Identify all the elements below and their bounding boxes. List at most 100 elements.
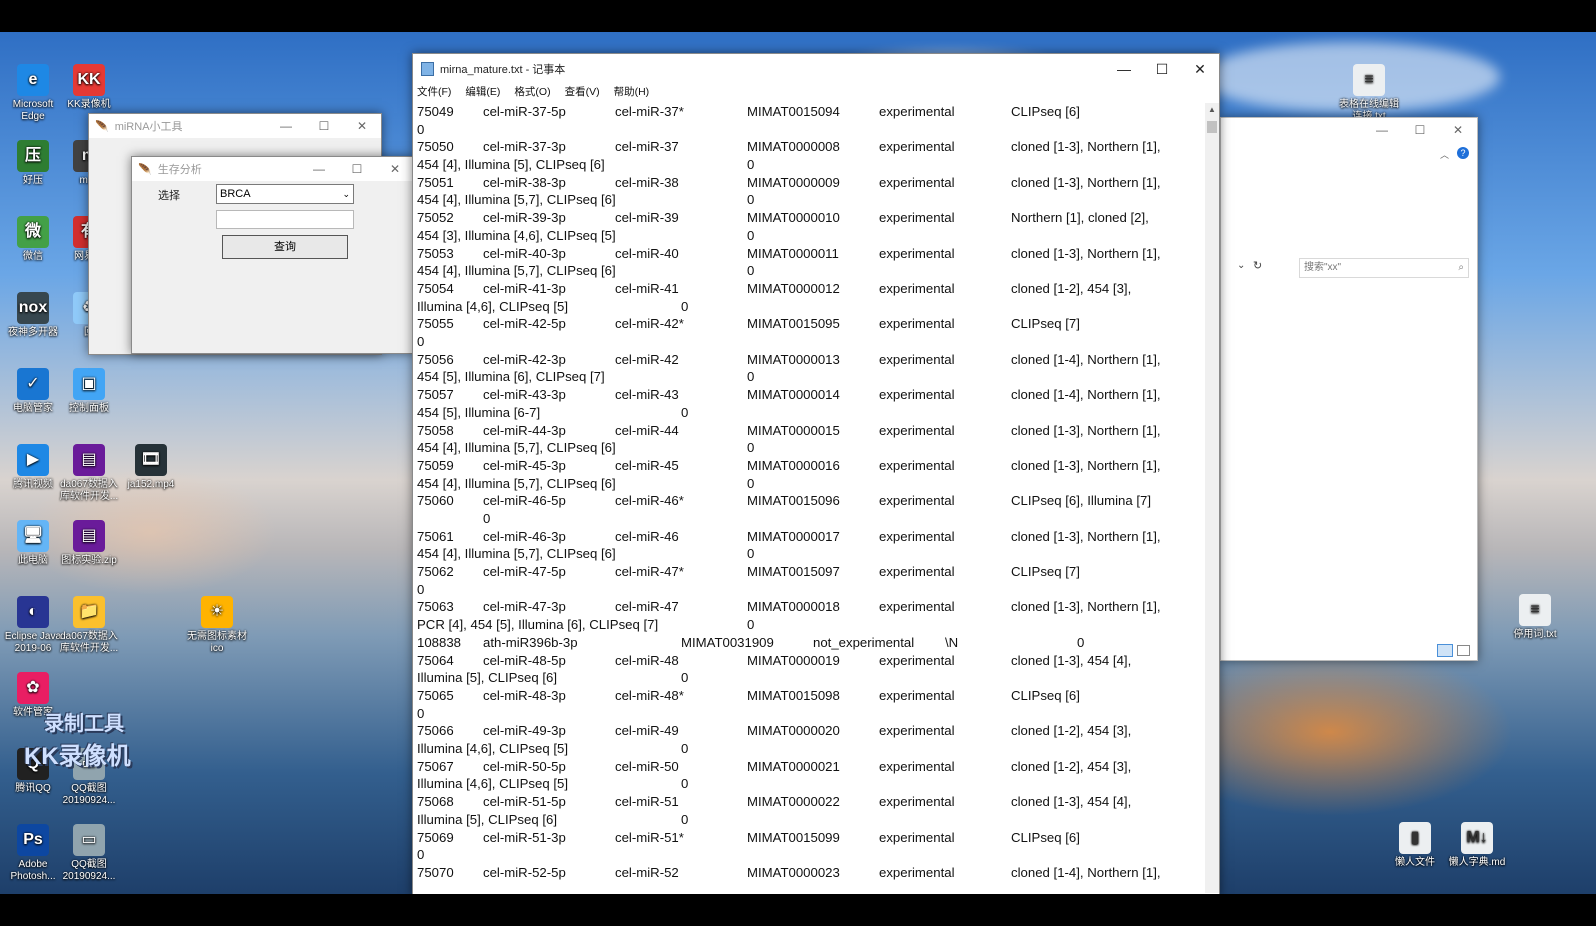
menu-edit[interactable]: 编辑(E) (465, 84, 500, 101)
record-field: cloned [1-3], 454 [4], (1011, 652, 1132, 668)
close-icon[interactable]: ✕ (343, 114, 381, 138)
record-field: 75066 (417, 723, 454, 739)
close-icon-3[interactable]: ✕ (1439, 118, 1477, 142)
maximize-icon-2[interactable]: ☐ (338, 157, 376, 181)
desktop-shortcut[interactable]: ≡ 停用词.txt (1502, 594, 1568, 641)
record-field: cel-miR-47-3p (483, 599, 566, 615)
notepad-icon (421, 62, 434, 76)
record-field: cel-miR-42-5p (483, 316, 566, 332)
mirna-tool-titlebar[interactable]: 🪶 miRNA小工具 — ☐ ✕ (89, 114, 381, 138)
query-button[interactable]: 查询 (222, 235, 348, 259)
record-field: cel-miR-42 (615, 351, 679, 367)
maximize-icon-4[interactable]: ☐ (1143, 54, 1181, 84)
record-field: cel-miR-39-3p (483, 210, 566, 226)
bottom-black-bar (0, 894, 1596, 926)
record-field: 75067 (417, 758, 454, 774)
record-field: cel-miR-37-3p (483, 139, 566, 155)
refresh-icon[interactable]: ↻ (1253, 259, 1262, 272)
cancer-select[interactable]: BRCA ⌄ (216, 184, 354, 204)
record-field: cel-miR-51 (615, 794, 679, 810)
tiles-view-icon[interactable] (1457, 645, 1470, 656)
desktop-shortcut[interactable]: ▭ QQ截图20190924... (56, 824, 122, 883)
address-dropdown-icon[interactable]: ⌄ (1237, 260, 1245, 271)
desktop-shortcut[interactable]: 🎞 ja152.mp4 (118, 444, 184, 491)
record-continuation: Illumina [4,6], CLIPseq [5] (417, 741, 568, 757)
record-field: experimental (879, 652, 955, 668)
desktop-shortcut[interactable]: ≡表格在线编辑连接.txt (1336, 64, 1402, 123)
record-field: MIMAT0000020 (747, 723, 840, 739)
minimize-icon-3[interactable]: — (1363, 118, 1401, 142)
vertical-scrollbar[interactable]: ▲ (1205, 103, 1219, 893)
record-field: 75061 (417, 528, 454, 544)
record-field: cloned [1-3], Northern [1], (1011, 457, 1161, 473)
text-record: 75055 cel-miR-42-5p cel-miR-42* MIMAT001509… (417, 315, 1193, 350)
record-field: cloned [1-3], Northern [1], (1011, 599, 1161, 615)
close-icon-2[interactable]: ✕ (376, 157, 414, 181)
record-field: cel-miR-43-3p (483, 387, 566, 403)
search-icon: ⌕ (1458, 262, 1464, 273)
record-continuation: 454 [4], Illumina [5,7], CLIPseq [6] (417, 546, 616, 562)
record-field: MIMAT0000013 (747, 351, 840, 367)
record-field: cel-miR-45 (615, 457, 679, 473)
record-field: cel-miR-41-3p (483, 280, 566, 296)
menu-help[interactable]: 帮助(H) (614, 84, 650, 101)
help-icon[interactable]: ? (1457, 147, 1469, 159)
kk-recorder-icon: KK (73, 64, 105, 96)
feather-icon-2: 🪶 (138, 163, 152, 176)
record-field: CLIPseq [6], Illumina [7] (1011, 493, 1152, 509)
record-field: cel-miR-48* (615, 687, 684, 703)
text-record: 75063 cel-miR-47-3p cel-miR-47 MIMAT0000018… (417, 598, 1193, 633)
minimize-icon-2[interactable]: — (300, 157, 338, 181)
record-field: not_experimental (813, 634, 915, 650)
record-field: experimental (879, 457, 955, 473)
close-icon-4[interactable]: ✕ (1181, 54, 1219, 84)
desktop-shortcut-label: 图标实验.zip (61, 555, 117, 566)
desktop-shortcut-label: 懒人文件 (1395, 857, 1435, 868)
record-field: MIMAT0000015 (747, 422, 840, 438)
record-tail-zero: 0 (747, 617, 755, 633)
notepad-text-area[interactable]: 75049 cel-miR-37-5p cel-miR-37* MIMAT001509… (417, 103, 1193, 893)
scroll-thumb[interactable] (1207, 121, 1217, 133)
this-pc-icon: 🖥 (17, 520, 49, 552)
maximize-icon[interactable]: ☐ (305, 114, 343, 138)
record-field: 75051 (417, 174, 454, 190)
menu-file[interactable]: 文件(F) (417, 84, 451, 101)
desktop-shortcut[interactable]: ▣ 控制面板 (56, 368, 122, 415)
cancer-select-value: BRCA (220, 188, 251, 200)
text-record: 75068 cel-miR-51-5p cel-miR-51 MIMAT0000022… (417, 793, 1193, 828)
scroll-up-icon[interactable]: ▲ (1208, 105, 1216, 114)
desktop-shortcut[interactable]: 📁 da067数据入库软件开发... (56, 596, 122, 655)
desktop-shortcut[interactable]: ☀ 无需图标素材ico (184, 596, 250, 655)
details-view-icon[interactable] (1437, 644, 1453, 657)
record-field: cloned [1-4], Northern [1], (1011, 387, 1161, 403)
record-field: MIMAT0031909 (681, 634, 774, 650)
desktop-shortcut[interactable]: ▤ da067数据入库软件开发... (56, 444, 122, 503)
desktop-shortcut[interactable]: M↓ 懒人字典.md (1444, 822, 1510, 869)
record-field: cel-miR-38-3p (483, 174, 566, 190)
record-field: 108838 (417, 634, 462, 650)
explorer-window: — ☐ ✕ ︿ ? ⌄ ↻ 搜索"xx" ⌕ (1220, 117, 1478, 661)
text-record: 75059 cel-miR-45-3p cel-miR-45 MIMAT0000016… (417, 457, 1193, 492)
minimize-icon[interactable]: — (267, 114, 305, 138)
minimize-icon-4[interactable]: — (1105, 54, 1143, 84)
desktop-shortcut[interactable]: KK KK录像机 (56, 64, 122, 111)
record-field: experimental (879, 422, 955, 438)
record-continuation: 0 (417, 334, 425, 350)
explorer-titlebar[interactable]: — ☐ ✕ (1221, 118, 1477, 144)
search-box[interactable]: 搜索"xx" ⌕ (1299, 258, 1469, 278)
desktop-shortcut-label: 控制面板 (69, 403, 109, 414)
record-field: cloned [1-3], Northern [1], (1011, 422, 1161, 438)
text-input[interactable] (216, 210, 354, 229)
maximize-icon-3[interactable]: ☐ (1401, 118, 1439, 142)
ribbon-collapse-icon[interactable]: ︿ (1440, 148, 1449, 161)
notepad-titlebar[interactable]: mirna_mature.txt - 记事本 — ☐ ✕ (413, 54, 1219, 84)
record-field: experimental (879, 687, 955, 703)
menu-view[interactable]: 查看(V) (565, 84, 600, 101)
survival-dialog-titlebar[interactable]: 🪶 生存分析 — ☐ ✕ (132, 157, 414, 181)
menu-format[interactable]: 格式(O) (514, 84, 550, 101)
record-field: MIMAT0000023 (747, 864, 840, 880)
record-field: cel-miR-40-3p (483, 245, 566, 261)
record-field: Northern [1], cloned [2], (1011, 210, 1149, 226)
desktop-shortcut[interactable]: ▮ 懒人文件 (1382, 822, 1448, 869)
desktop-shortcut[interactable]: ▤ 图标实验.zip (56, 520, 122, 567)
